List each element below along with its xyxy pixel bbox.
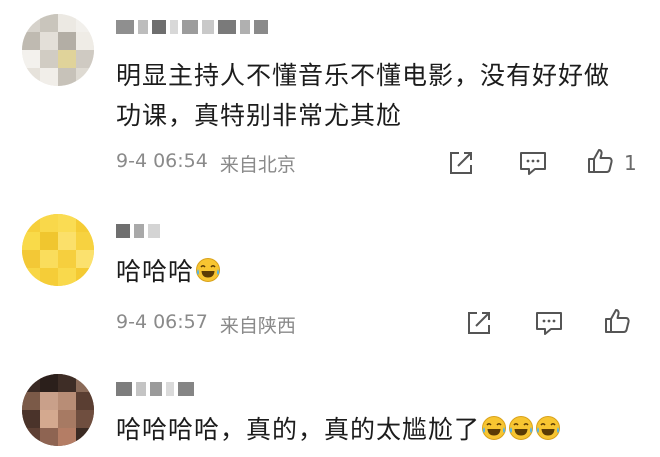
share-icon xyxy=(450,152,472,174)
laugh-cry-emoji-icon xyxy=(482,416,507,440)
comment-button[interactable] xyxy=(534,308,564,338)
comment-feed: 明显主持人不懂音乐不懂电影，没有好好做 功课，真特别非常尤其尬 9-4 06:5… xyxy=(0,0,660,457)
thumbs-up-icon xyxy=(588,149,613,173)
comment-meta: 9-4 06:57 来自陕西 xyxy=(116,311,296,338)
comment-text-line: 哈哈哈 xyxy=(116,257,195,286)
username-blurred[interactable] xyxy=(116,218,160,244)
share-button[interactable] xyxy=(464,308,494,338)
comment-icon xyxy=(520,152,546,175)
comment-location: 来自陕西 xyxy=(219,315,296,337)
comment-text: 哈哈哈哈，真的，真的太尴尬了 xyxy=(116,410,561,450)
comment-meta: 9-4 06:54 来自北京 xyxy=(116,150,296,177)
share-icon xyxy=(468,312,490,334)
laugh-cry-emoji-icon xyxy=(196,258,221,282)
thumbs-up-icon xyxy=(605,309,630,333)
laugh-cry-emoji-icon xyxy=(536,416,561,440)
comment-text: 哈哈哈 xyxy=(116,252,221,292)
avatar-image xyxy=(22,214,94,286)
comment-button[interactable] xyxy=(518,148,548,178)
avatar-image xyxy=(22,374,94,446)
share-button[interactable] xyxy=(446,148,476,178)
like-count: 1 xyxy=(624,151,637,175)
comment-text-line: 功课，真特别非常尤其尬 xyxy=(116,101,403,130)
comment-text: 明显主持人不懂音乐不懂电影，没有好好做 功课，真特别非常尤其尬 xyxy=(116,56,610,136)
like-button[interactable] xyxy=(602,306,632,336)
comment-text-line: 明显主持人不懂音乐不懂电影，没有好好做 xyxy=(116,61,611,90)
avatar[interactable] xyxy=(22,214,94,286)
comment-location: 来自北京 xyxy=(219,154,296,176)
avatar[interactable] xyxy=(22,374,94,446)
avatar[interactable] xyxy=(22,14,94,86)
username-blurred[interactable] xyxy=(116,376,194,402)
avatar-image xyxy=(22,14,94,86)
like-button[interactable] xyxy=(585,146,615,176)
comment-icon xyxy=(536,312,562,335)
username-blurred[interactable] xyxy=(116,14,268,40)
comment-text-line: 哈哈哈哈，真的，真的太尴尬了 xyxy=(116,415,481,444)
laugh-cry-emoji-icon xyxy=(509,416,534,440)
comment-date: 9-4 06:57 xyxy=(116,311,208,333)
comment-date: 9-4 06:54 xyxy=(116,150,208,172)
